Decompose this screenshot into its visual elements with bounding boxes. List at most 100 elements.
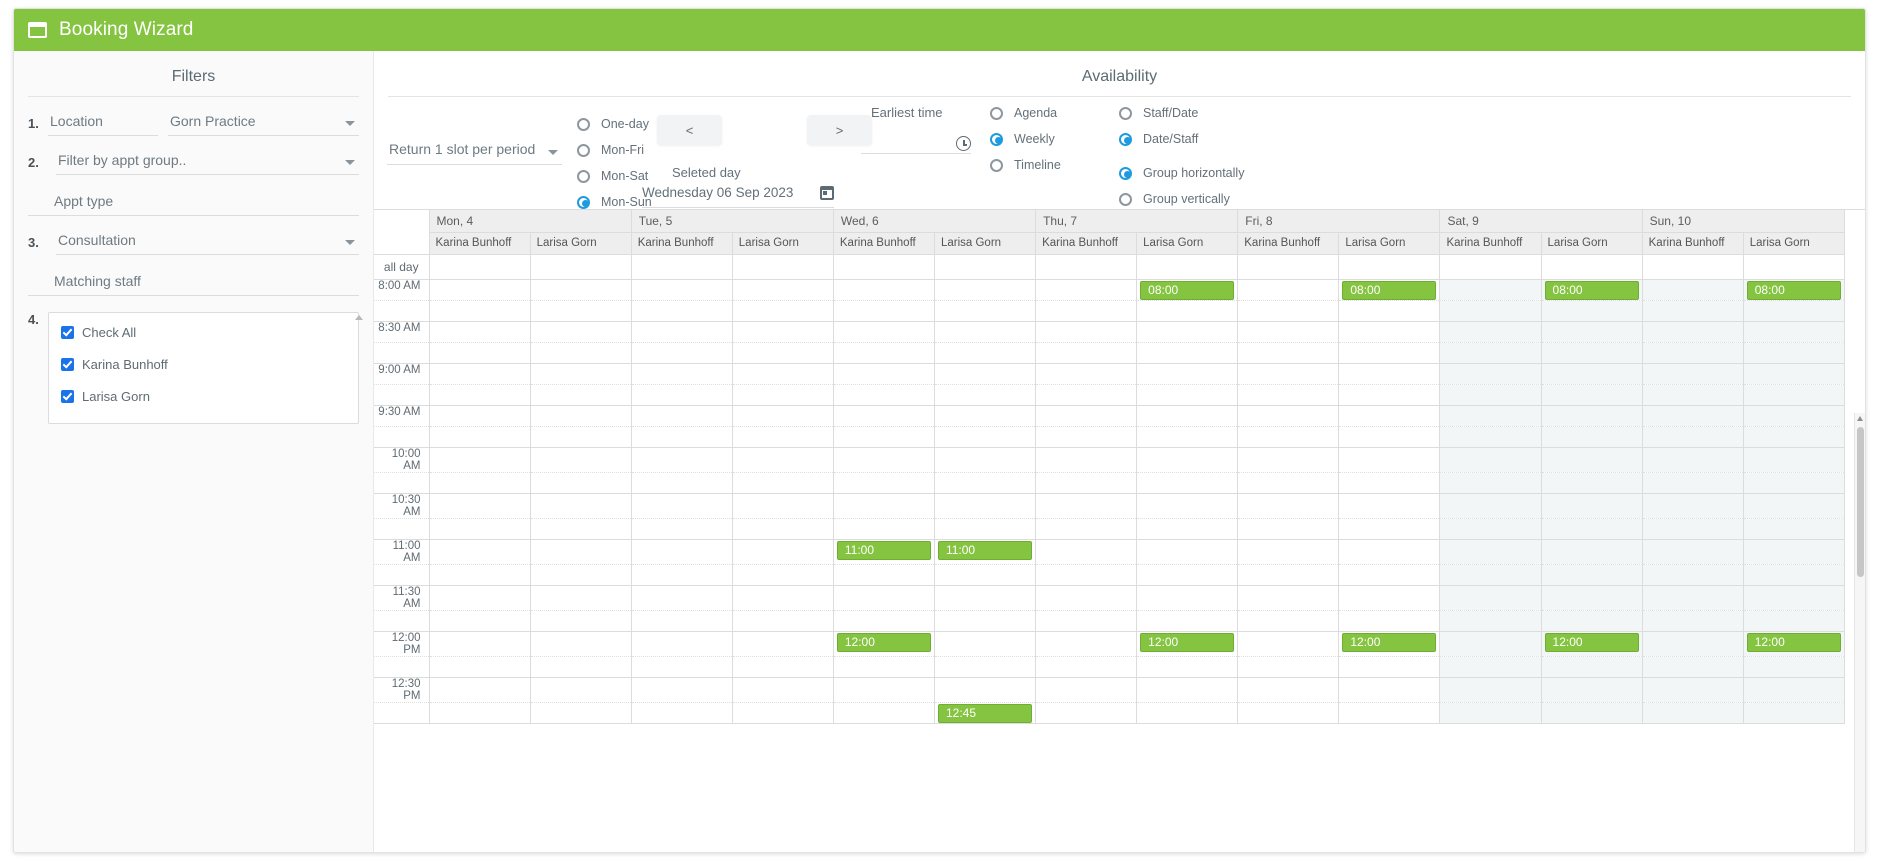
calendar-slot-cell[interactable] <box>1541 342 1643 364</box>
calendar-slot-cell[interactable] <box>1642 518 1744 540</box>
calendar-slot-cell[interactable] <box>429 426 531 448</box>
calendar-slot-cell[interactable]: 08:00 <box>1136 279 1239 301</box>
calendar-slot-cell[interactable] <box>833 702 935 724</box>
calendar-slot-cell[interactable] <box>631 405 733 427</box>
calendar-slot-cell[interactable] <box>833 321 935 343</box>
calendar-slot-cell[interactable] <box>1237 300 1340 322</box>
calendar-slot-cell[interactable] <box>934 279 1037 301</box>
slot-per-period-select[interactable]: Return 1 slot per period <box>387 139 562 165</box>
radio-off-icon[interactable] <box>577 117 590 131</box>
calendar-slot-cell[interactable] <box>1338 677 1441 703</box>
appointment-slot-chip[interactable]: 08:00 <box>1544 280 1639 300</box>
calendar-slot-cell[interactable] <box>530 564 632 586</box>
radio-mon-sat[interactable]: Mon-Sat <box>577 169 652 183</box>
radio-off-icon[interactable] <box>990 158 1003 172</box>
calendar-slot-cell[interactable] <box>1642 342 1744 364</box>
calendar-slot-cell[interactable] <box>1237 405 1340 427</box>
calendar-slot-cell[interactable] <box>429 363 531 385</box>
all-day-cell[interactable] <box>1642 254 1744 280</box>
calendar-slot-cell[interactable] <box>1035 384 1138 406</box>
calendar-slot-cell[interactable] <box>1743 472 1846 494</box>
calendar-slot-cell[interactable] <box>1642 384 1744 406</box>
calendar-slot-cell[interactable] <box>732 564 834 586</box>
calendar-slot-cell[interactable]: 12:45 <box>934 702 1037 724</box>
calendar-slot-cell[interactable] <box>1136 493 1239 519</box>
calendar-slot-cell[interactable] <box>1743 585 1846 611</box>
calendar-slot-cell[interactable] <box>1338 447 1441 473</box>
calendar-slot-cell[interactable]: 08:00 <box>1743 279 1846 301</box>
calendar-slot-cell[interactable] <box>1237 539 1340 565</box>
calendar-slot-cell[interactable] <box>1035 585 1138 611</box>
all-day-cell[interactable] <box>631 254 733 280</box>
radio-mon-sun[interactable]: Mon-Sun <box>577 195 652 209</box>
radio-weekly[interactable]: Weekly <box>990 132 1061 146</box>
calendar-slot-cell[interactable] <box>1743 518 1846 540</box>
calendar-slot-cell[interactable]: 11:00 <box>934 539 1037 565</box>
calendar-slot-cell[interactable] <box>631 493 733 519</box>
calendar-slot-cell[interactable] <box>429 342 531 364</box>
calendar-slot-cell[interactable] <box>1338 321 1441 343</box>
calendar-slot-cell[interactable] <box>1035 518 1138 540</box>
checkbox-checked-icon[interactable] <box>61 390 74 403</box>
staff-checkbox-larisa-gorn[interactable]: Larisa Gorn <box>61 389 348 404</box>
calendar-slot-cell[interactable]: 11:00 <box>833 539 935 565</box>
appointment-slot-chip[interactable]: 08:00 <box>1342 280 1437 300</box>
radio-on-icon[interactable] <box>1119 132 1132 146</box>
all-day-cell[interactable] <box>1035 254 1138 280</box>
calendar-slot-cell[interactable] <box>530 279 632 301</box>
calendar-slot-cell[interactable] <box>833 656 935 678</box>
calendar-slot-cell[interactable] <box>429 564 531 586</box>
calendar-slot-cell[interactable] <box>1642 447 1744 473</box>
calendar-slot-cell[interactable] <box>1743 321 1846 343</box>
appointment-slot-chip[interactable]: 11:00 <box>937 540 1033 560</box>
earliest-time-input[interactable] <box>861 129 971 154</box>
calendar-slot-cell[interactable] <box>1136 447 1239 473</box>
calendar-slot-cell[interactable] <box>530 447 632 473</box>
calendar-slot-cell[interactable] <box>833 447 935 473</box>
calendar-slot-cell[interactable] <box>1035 342 1138 364</box>
appointment-slot-chip[interactable]: 08:00 <box>1746 280 1841 300</box>
radio-off-icon[interactable] <box>1119 106 1132 120</box>
calendar-slot-cell[interactable] <box>1541 702 1643 724</box>
calendar-slot-cell[interactable] <box>1439 610 1542 632</box>
calendar-slot-cell[interactable] <box>1035 321 1138 343</box>
calendar-slot-cell[interactable] <box>934 656 1037 678</box>
appt-type-select[interactable]: Consultation <box>56 230 359 255</box>
calendar-slot-cell[interactable] <box>1541 493 1643 519</box>
calendar-slot-cell[interactable] <box>833 677 935 703</box>
calendar-slot-cell[interactable] <box>1541 384 1643 406</box>
calendar-slot-cell[interactable] <box>530 631 632 657</box>
calendar-slot-cell[interactable] <box>429 493 531 519</box>
all-day-cell[interactable] <box>732 254 834 280</box>
calendar-slot-cell[interactable] <box>1035 610 1138 632</box>
calendar-slot-cell[interactable] <box>732 518 834 540</box>
calendar-slot-cell[interactable] <box>833 472 935 494</box>
calendar-slot-cell[interactable] <box>1338 300 1441 322</box>
calendar-slot-cell[interactable] <box>1136 564 1239 586</box>
calendar-slot-cell[interactable] <box>732 426 834 448</box>
calendar-slot-cell[interactable] <box>1035 539 1138 565</box>
radio-agenda[interactable]: Agenda <box>990 106 1061 120</box>
calendar-slot-cell[interactable] <box>1338 363 1441 385</box>
calendar-slot-cell[interactable] <box>1237 426 1340 448</box>
calendar-slot-cell[interactable] <box>429 447 531 473</box>
calendar-slot-cell[interactable] <box>1439 656 1542 678</box>
calendar-slot-cell[interactable] <box>1338 426 1441 448</box>
calendar-slot-cell[interactable] <box>1338 656 1441 678</box>
all-day-cell[interactable] <box>1439 254 1542 280</box>
selected-day-input[interactable]: Wednesday 06 Sep 2023 <box>642 185 834 208</box>
calendar-slot-cell[interactable] <box>1237 384 1340 406</box>
calendar-slot-cell[interactable] <box>732 472 834 494</box>
calendar-slot-cell[interactable] <box>1338 564 1441 586</box>
calendar-slot-cell[interactable] <box>631 518 733 540</box>
radio-timeline[interactable]: Timeline <box>990 158 1061 172</box>
calendar-slot-cell[interactable] <box>631 631 733 657</box>
staff-checkbox-check-all[interactable]: Check All <box>61 325 348 340</box>
calendar-slot-cell[interactable] <box>631 702 733 724</box>
calendar-slot-cell[interactable] <box>1338 342 1441 364</box>
calendar-slot-cell[interactable] <box>429 279 531 301</box>
calendar-slot-cell[interactable] <box>1642 631 1744 657</box>
calendar-slot-cell[interactable] <box>1237 493 1340 519</box>
calendar-slot-cell[interactable] <box>1541 518 1643 540</box>
calendar-slot-cell[interactable] <box>429 610 531 632</box>
